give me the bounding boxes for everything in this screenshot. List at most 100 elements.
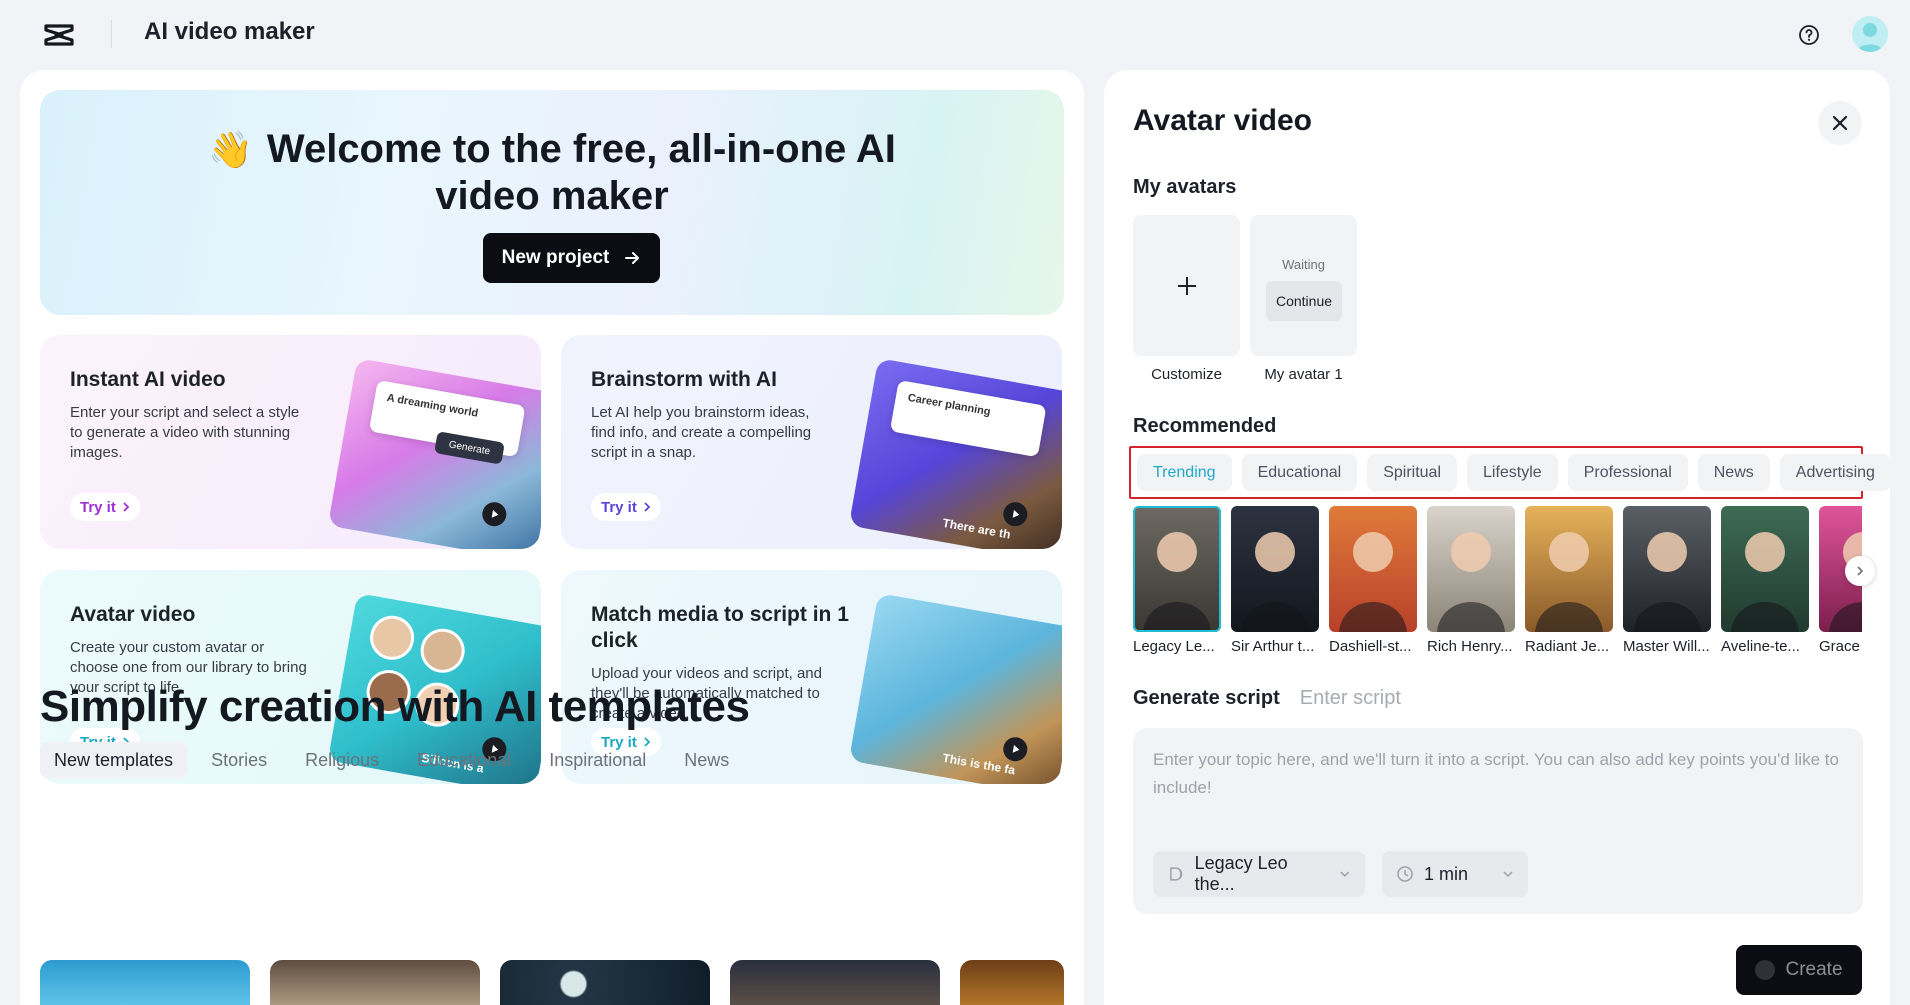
avatar-name: Radiant Je... <box>1525 638 1613 655</box>
voice-icon <box>1167 865 1185 883</box>
play-icon <box>1001 735 1029 763</box>
filter-spiritual[interactable]: Spiritual <box>1367 454 1457 491</box>
customize-label: Customize <box>1133 366 1240 383</box>
instant-video-illustration: A dreaming world Generate <box>328 358 541 549</box>
template-thumbnail[interactable] <box>270 960 480 1005</box>
welcome-hero: 👋 Welcome to the free, all-in-one AI vide… <box>40 90 1064 315</box>
scroll-next-button[interactable] <box>1845 556 1875 586</box>
avatar-name: Aveline-te... <box>1721 638 1809 655</box>
try-it-label: Try it <box>80 499 116 516</box>
avatar-thumbnail <box>1721 506 1809 632</box>
script-mode-tabs: Generate script Enter script <box>1133 687 1401 710</box>
app-title: AI video maker <box>144 18 315 46</box>
chevron-down-icon <box>1502 870 1514 878</box>
avatar-thumbnail <box>1623 506 1711 632</box>
tab-educational[interactable]: Educational <box>403 742 525 778</box>
close-button[interactable] <box>1818 101 1862 145</box>
filter-professional[interactable]: Professional <box>1568 454 1688 491</box>
template-tabs: New templates Stories Religious Educatio… <box>40 742 743 778</box>
chevron-right-icon <box>122 501 130 513</box>
search-chip: Career planning <box>890 380 1047 457</box>
prompt-chip-text: A dreaming world <box>386 392 479 420</box>
avatar-option[interactable]: Radiant Je... <box>1525 506 1613 655</box>
template-thumbnail[interactable] <box>730 960 940 1005</box>
filter-trending[interactable]: Trending <box>1137 454 1232 491</box>
avatar-option[interactable]: Rich Henry... <box>1427 506 1515 655</box>
tab-generate-script[interactable]: Generate script <box>1133 687 1280 710</box>
avatar-option[interactable]: Master Will... <box>1623 506 1711 655</box>
avatar-name: Master Will... <box>1623 638 1711 655</box>
avatar-option[interactable]: Dashiell-st... <box>1329 506 1417 655</box>
capcut-logo-icon[interactable] <box>42 20 76 50</box>
tab-stories[interactable]: Stories <box>197 742 281 778</box>
template-thumbnail[interactable] <box>500 960 710 1005</box>
topic-input[interactable] <box>1153 746 1843 826</box>
avatar-name: Grace <box>1819 638 1862 655</box>
brainstorm-illustration: Career planning There are th <box>849 358 1062 549</box>
user-avatar[interactable] <box>1852 16 1888 52</box>
recommended-heading: Recommended <box>1133 415 1276 438</box>
tab-religious[interactable]: Religious <box>291 742 393 778</box>
topbar-divider <box>111 20 112 48</box>
user-avatar-icon <box>1852 16 1888 52</box>
avatar-thumbnail <box>1329 506 1417 632</box>
voice-select[interactable]: Legacy Leo the... <box>1153 851 1365 897</box>
filter-advertising[interactable]: Advertising <box>1780 454 1890 491</box>
continue-button[interactable]: Continue <box>1266 281 1342 321</box>
avatar-name: Sir Arthur t... <box>1231 638 1319 655</box>
my-avatars-heading: My avatars <box>1133 176 1236 199</box>
tab-new-templates[interactable]: New templates <box>40 742 187 778</box>
card-title: Instant AI video <box>70 367 330 393</box>
hero-title-line1: Welcome to the free, all-in-one AI <box>267 127 896 171</box>
clock-icon <box>1396 865 1414 883</box>
new-project-label: New project <box>502 247 610 269</box>
face-avatar <box>367 612 418 663</box>
avatar-option[interactable]: Sir Arthur t... <box>1231 506 1319 655</box>
card-title: Avatar video <box>70 602 330 628</box>
arrow-right-icon <box>623 249 641 267</box>
chevron-right-icon <box>1856 565 1864 577</box>
brainstorm-ai-card[interactable]: Brainstorm with AI Let AI help you brain… <box>561 335 1062 549</box>
filter-news[interactable]: News <box>1698 454 1770 491</box>
customize-avatar-button[interactable] <box>1133 215 1240 356</box>
try-it-button[interactable]: Try it <box>591 493 661 521</box>
tab-news[interactable]: News <box>670 742 743 778</box>
template-thumbnail[interactable] <box>40 960 250 1005</box>
tab-enter-script[interactable]: Enter script <box>1300 687 1401 710</box>
duration-select[interactable]: 1 min <box>1382 851 1528 897</box>
play-icon <box>480 500 508 528</box>
close-icon <box>1831 114 1849 132</box>
try-it-label: Try it <box>601 499 637 516</box>
try-it-button[interactable]: Try it <box>70 493 140 521</box>
filter-educational[interactable]: Educational <box>1242 454 1358 491</box>
chevron-right-icon <box>643 501 651 513</box>
new-project-button[interactable]: New project <box>483 233 660 283</box>
avatar-thumbnail <box>1525 506 1613 632</box>
templates-section-title: Simplify creation with AI templates <box>40 682 749 732</box>
hero-title-line2: video maker <box>40 173 1064 219</box>
filter-lifestyle[interactable]: Lifestyle <box>1467 454 1558 491</box>
voice-value: Legacy Leo the... <box>1195 853 1330 895</box>
avatar-thumbnail <box>1133 506 1221 632</box>
loading-icon <box>1755 960 1775 980</box>
waving-hand-icon: 👋 <box>208 129 253 170</box>
chevron-down-icon <box>1339 870 1351 878</box>
category-filter-bar: Trending Educational Spiritual Lifestyle… <box>1129 446 1863 499</box>
create-button[interactable]: Create <box>1736 945 1862 995</box>
hero-title: 👋 Welcome to the free, all-in-one AI vide… <box>40 126 1064 219</box>
template-thumbnail[interactable] <box>960 960 1064 1005</box>
card-description: Enter your script and select a style to … <box>70 403 315 463</box>
instant-ai-video-card[interactable]: Instant AI video Enter your script and s… <box>40 335 541 549</box>
recommended-avatars: Legacy Le... Sir Arthur t... Dashiell-st..… <box>1133 506 1862 656</box>
help-circle-icon[interactable] <box>1797 23 1821 47</box>
avatar-option[interactable]: Legacy Le... <box>1133 506 1221 655</box>
avatar-option[interactable]: Aveline-te... <box>1721 506 1809 655</box>
plus-icon <box>1176 275 1198 297</box>
tab-inspirational[interactable]: Inspirational <box>535 742 660 778</box>
avatar-name: Dashiell-st... <box>1329 638 1417 655</box>
card-description: Let AI help you brainstorm ideas, find i… <box>591 403 836 463</box>
avatar-thumbnail <box>1231 506 1319 632</box>
filter-chips: Trending Educational Spiritual Lifestyle… <box>1137 454 1890 491</box>
avatar-status: Waiting <box>1250 257 1357 272</box>
my-avatar-card[interactable]: Waiting Continue <box>1250 215 1357 356</box>
